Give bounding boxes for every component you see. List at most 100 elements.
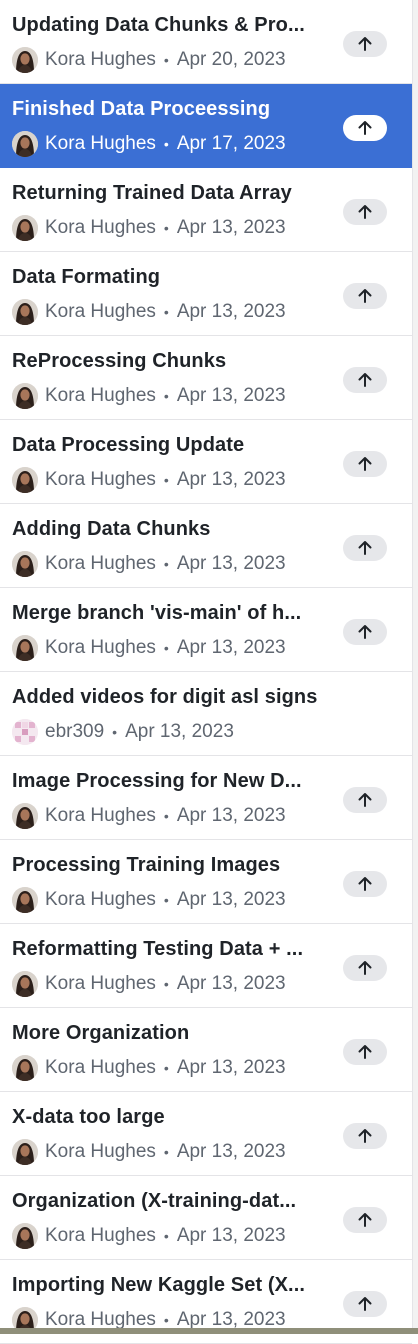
- commit-row[interactable]: Returning Trained Data Array Kora Hughes…: [0, 168, 412, 252]
- commit-meta: Kora Hughes • Apr 17, 2023: [12, 130, 286, 158]
- avatar-photo: [12, 215, 38, 241]
- push-commit-button[interactable]: [343, 115, 387, 141]
- arrow-up-icon: [358, 1297, 372, 1311]
- arrow-up-icon: [358, 877, 372, 891]
- scrollbar[interactable]: [412, 0, 418, 1334]
- commit-title: Organization (X-training-dat...: [12, 1190, 297, 1212]
- arrow-up-icon: [358, 793, 372, 807]
- commit-history-list: Updating Data Chunks & Pro... Kora Hughe…: [0, 0, 412, 1344]
- commit-meta: Kora Hughes • Apr 13, 2023: [12, 466, 286, 494]
- commit-date: Apr 17, 2023: [176, 133, 286, 154]
- commit-date: Apr 13, 2023: [176, 217, 286, 238]
- commit-title: Merge branch 'vis-main' of h...: [12, 602, 302, 624]
- arrow-up-icon: [358, 289, 372, 303]
- commit-author: Kora Hughes: [45, 805, 156, 826]
- commit-row[interactable]: Processing Training Images Kora Hughes •…: [0, 840, 412, 924]
- avatar-photo: [12, 635, 38, 661]
- window-bottom-edge: [0, 1328, 418, 1334]
- meta-separator: •: [163, 472, 169, 488]
- commit-title: Image Processing for New D...: [12, 770, 302, 792]
- push-commit-button[interactable]: [343, 955, 387, 981]
- commit-meta: Kora Hughes • Apr 13, 2023: [12, 970, 286, 998]
- commit-title: Reformatting Testing Data + ...: [12, 938, 304, 960]
- commit-title: Importing New Kaggle Set (X...: [12, 1274, 306, 1296]
- commit-date: Apr 13, 2023: [176, 1057, 286, 1078]
- commit-title: Data Processing Update: [12, 434, 245, 456]
- meta-separator: •: [163, 976, 169, 992]
- commit-row[interactable]: Reformatting Testing Data + ... Kora Hug…: [0, 924, 412, 1008]
- commit-title: More Organization: [12, 1022, 190, 1044]
- meta-separator: •: [163, 136, 169, 152]
- arrow-up-icon: [358, 625, 372, 639]
- avatar-photo: [12, 551, 38, 577]
- meta-separator: •: [163, 1060, 169, 1076]
- commit-meta: Kora Hughes • Apr 13, 2023: [12, 1222, 286, 1250]
- commit-meta: Kora Hughes • Apr 13, 2023: [12, 886, 286, 914]
- commit-author: Kora Hughes: [45, 49, 156, 70]
- arrow-up-icon: [358, 121, 372, 135]
- meta-separator: •: [163, 1312, 169, 1328]
- commit-row[interactable]: Finished Data Proceessing Kora Hughes • …: [0, 84, 412, 168]
- avatar-photo: [12, 1139, 38, 1165]
- commit-row[interactable]: Organization (X-training-dat... Kora Hug…: [0, 1176, 412, 1260]
- commit-row[interactable]: Adding Data Chunks Kora Hughes • Apr 13,…: [0, 504, 412, 588]
- arrow-up-icon: [358, 205, 372, 219]
- commit-date: Apr 13, 2023: [176, 385, 286, 406]
- avatar-photo: [12, 47, 38, 73]
- commit-meta: Kora Hughes • Apr 13, 2023: [12, 382, 286, 410]
- push-commit-button[interactable]: [343, 1123, 387, 1149]
- commit-title: Processing Training Images: [12, 854, 281, 876]
- arrow-up-icon: [358, 1129, 372, 1143]
- commit-date: Apr 13, 2023: [176, 805, 286, 826]
- commit-date: Apr 13, 2023: [176, 1225, 286, 1246]
- push-commit-button[interactable]: [343, 1207, 387, 1233]
- meta-separator: •: [163, 1228, 169, 1244]
- commit-author: Kora Hughes: [45, 889, 156, 910]
- commit-title: Adding Data Chunks: [12, 518, 211, 540]
- commit-meta: Kora Hughes • Apr 13, 2023: [12, 634, 286, 662]
- avatar-photo: [12, 971, 38, 997]
- commit-row[interactable]: X-data too large Kora Hughes • Apr 13, 2…: [0, 1092, 412, 1176]
- arrow-up-icon: [358, 373, 372, 387]
- avatar-photo: [12, 383, 38, 409]
- commit-date: Apr 13, 2023: [176, 553, 286, 574]
- push-commit-button[interactable]: [343, 283, 387, 309]
- push-commit-button[interactable]: [343, 619, 387, 645]
- push-commit-button[interactable]: [343, 31, 387, 57]
- push-commit-button[interactable]: [343, 1291, 387, 1317]
- push-commit-button[interactable]: [343, 535, 387, 561]
- commit-row[interactable]: Added videos for digit asl signs ebr309 …: [0, 672, 412, 756]
- commit-date: Apr 13, 2023: [176, 973, 286, 994]
- push-commit-button[interactable]: [343, 199, 387, 225]
- commit-row[interactable]: ReProcessing Chunks Kora Hughes • Apr 13…: [0, 336, 412, 420]
- commit-title: Updating Data Chunks & Pro...: [12, 14, 305, 36]
- meta-separator: •: [163, 388, 169, 404]
- commit-author: Kora Hughes: [45, 1057, 156, 1078]
- identicon-avatar: [12, 719, 38, 745]
- meta-separator: •: [163, 556, 169, 572]
- commit-author: Kora Hughes: [45, 385, 156, 406]
- commit-meta: Kora Hughes • Apr 13, 2023: [12, 1054, 286, 1082]
- push-commit-button[interactable]: [343, 451, 387, 477]
- commit-author: Kora Hughes: [45, 553, 156, 574]
- commit-row[interactable]: Data Formating Kora Hughes • Apr 13, 202…: [0, 252, 412, 336]
- commit-author: Kora Hughes: [45, 637, 156, 658]
- commit-row[interactable]: More Organization Kora Hughes • Apr 13, …: [0, 1008, 412, 1092]
- commit-row[interactable]: Image Processing for New D... Kora Hughe…: [0, 756, 412, 840]
- commit-row[interactable]: Updating Data Chunks & Pro... Kora Hughe…: [0, 0, 412, 84]
- commit-row[interactable]: Data Processing Update Kora Hughes • Apr…: [0, 420, 412, 504]
- avatar-photo: [12, 803, 38, 829]
- push-commit-button[interactable]: [343, 367, 387, 393]
- meta-separator: •: [163, 304, 169, 320]
- push-commit-button[interactable]: [343, 787, 387, 813]
- commit-title: Data Formating: [12, 266, 161, 288]
- commit-meta: Kora Hughes • Apr 13, 2023: [12, 298, 286, 326]
- commit-author: Kora Hughes: [45, 133, 156, 154]
- push-commit-button[interactable]: [343, 871, 387, 897]
- commit-author: Kora Hughes: [45, 1141, 156, 1162]
- commit-author: Kora Hughes: [45, 217, 156, 238]
- arrow-up-icon: [358, 541, 372, 555]
- arrow-up-icon: [358, 37, 372, 51]
- push-commit-button[interactable]: [343, 1039, 387, 1065]
- commit-row[interactable]: Merge branch 'vis-main' of h... Kora Hug…: [0, 588, 412, 672]
